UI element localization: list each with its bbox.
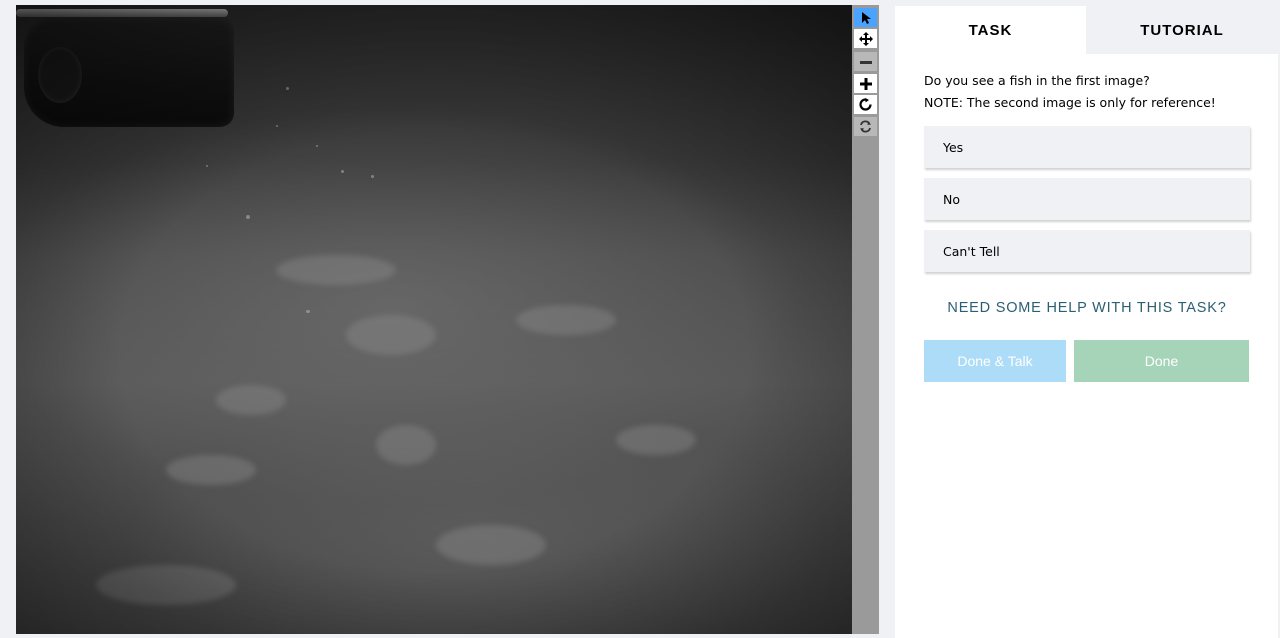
frame-indicator[interactable] (16, 634, 26, 638)
move-tool-button[interactable] (854, 29, 877, 48)
answer-label: Can't Tell (943, 243, 1000, 259)
subject-image[interactable] (16, 5, 852, 634)
answer-label: Yes (943, 139, 964, 155)
reset-button[interactable] (854, 117, 877, 136)
task-help-link[interactable]: NEED SOME HELP WITH THIS TASK? (924, 300, 1250, 316)
rotate-button[interactable] (854, 95, 877, 114)
panel-tabs: TASK TUTORIAL (895, 6, 1278, 54)
zoom-in-icon (859, 77, 872, 90)
question-note: NOTE: The second image is only for refer… (924, 95, 1216, 110)
tab-task[interactable]: TASK (895, 6, 1086, 54)
classifier-page: TASK TUTORIAL Do you see a fish in the f… (0, 0, 1280, 638)
answer-yes-button[interactable]: Yes (924, 126, 1250, 168)
tab-tutorial[interactable]: TUTORIAL (1086, 6, 1278, 54)
question-text: Do you see a fish in the first image? (924, 73, 1150, 88)
reset-icon (859, 120, 872, 133)
viewer-toolbar (852, 5, 879, 634)
zoom-out-button[interactable] (854, 52, 877, 71)
subject-viewer (16, 5, 879, 634)
zoom-in-button[interactable] (854, 74, 877, 93)
answer-label: No (943, 191, 960, 207)
task-question: Do you see a fish in the first image? NO… (924, 70, 1264, 114)
answer-cant-tell-button[interactable]: Can't Tell (924, 230, 1250, 272)
done-and-talk-button[interactable]: Done & Talk (924, 340, 1066, 382)
zoom-out-icon (859, 56, 872, 68)
done-button[interactable]: Done (1074, 340, 1249, 382)
answer-no-button[interactable]: No (924, 178, 1250, 220)
pointer-tool-button[interactable] (854, 8, 877, 27)
task-panel: TASK TUTORIAL Do you see a fish in the f… (895, 6, 1278, 638)
move-icon (858, 31, 873, 46)
rotate-icon (859, 98, 872, 111)
pointer-icon (860, 11, 872, 25)
